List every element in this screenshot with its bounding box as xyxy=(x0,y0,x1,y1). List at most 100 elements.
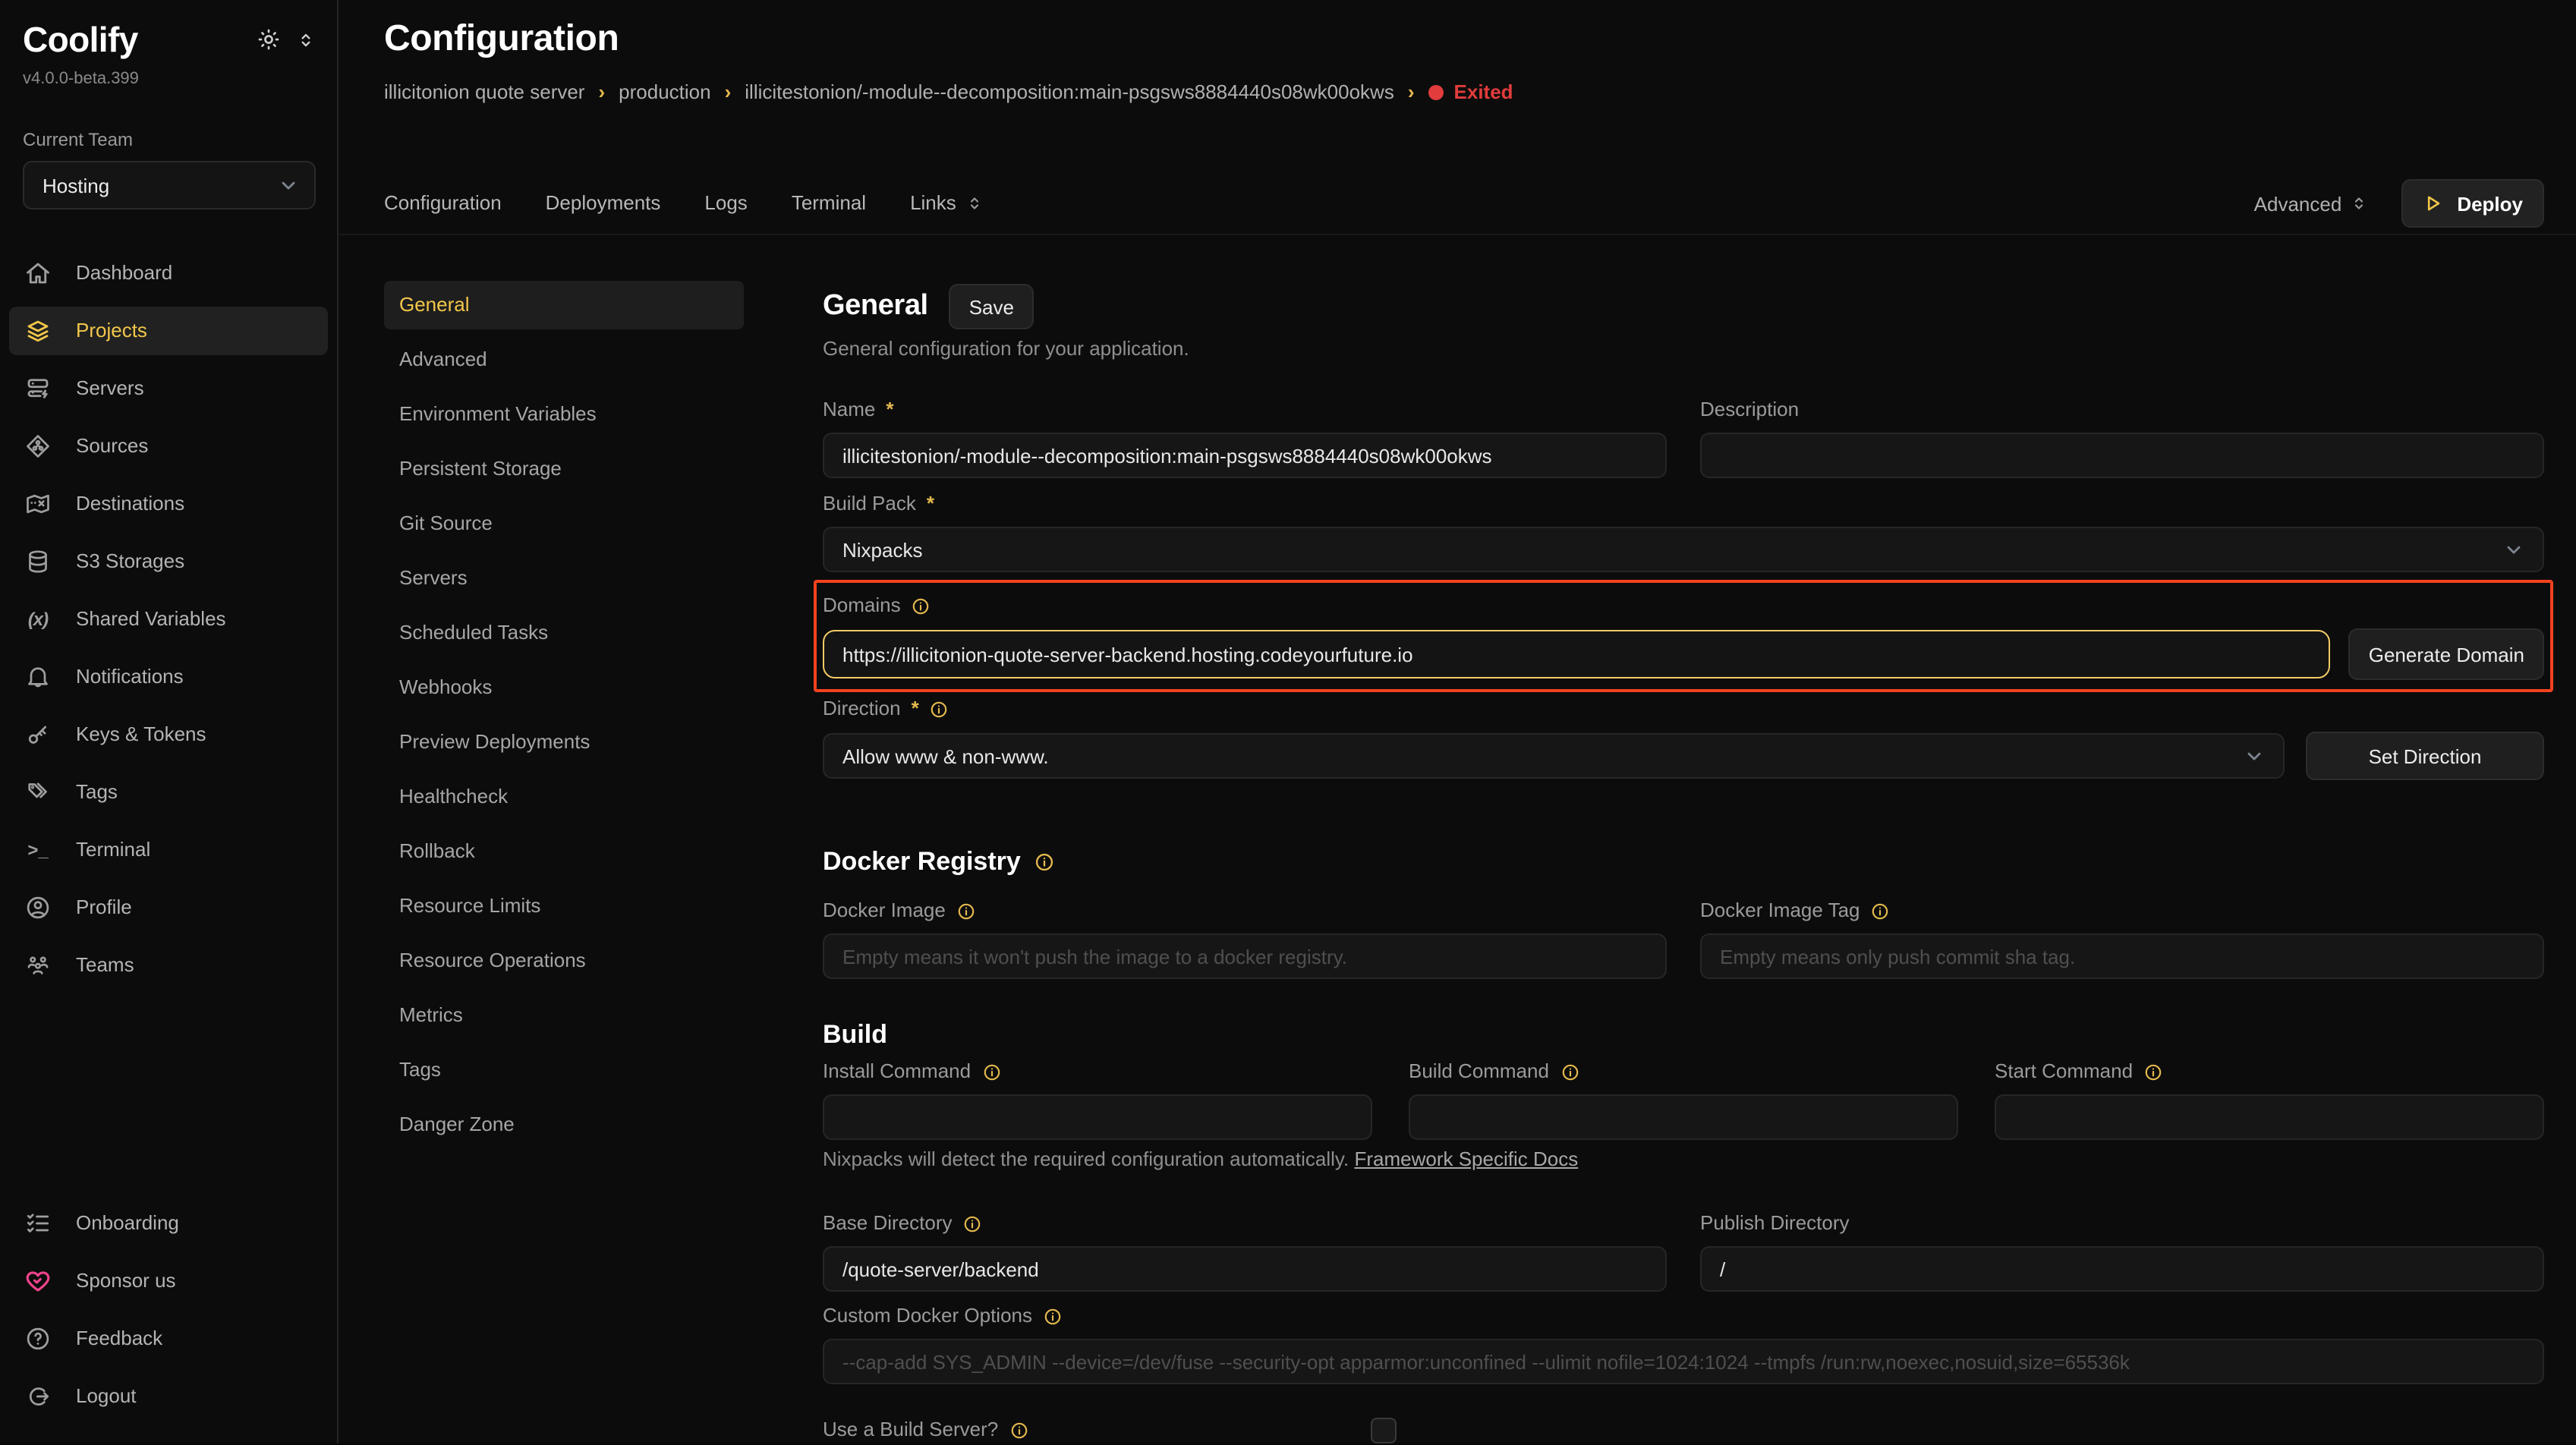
name-input[interactable] xyxy=(823,433,1667,478)
direction-value: Allow www & non-www. xyxy=(842,745,1049,767)
custom-docker-options-input[interactable] xyxy=(823,1339,2544,1384)
publish-directory-label: Publish Directory xyxy=(1700,1210,2544,1237)
section-heading-docker-registry: Docker Registry xyxy=(823,844,2544,880)
config-subnav: General Advanced Environment Variables P… xyxy=(384,281,744,1443)
build-pack-select[interactable]: Nixpacks xyxy=(823,527,2544,572)
framework-docs-link[interactable]: Framework Specific Docs xyxy=(1354,1148,1578,1170)
install-command-input[interactable] xyxy=(823,1094,1372,1140)
sidebar-item-label: Keys & Tokens xyxy=(76,719,206,750)
generate-domain-button[interactable]: Generate Domain xyxy=(2349,628,2544,680)
breadcrumb-environment[interactable]: production xyxy=(619,79,710,106)
tab-deployments[interactable]: Deployments xyxy=(546,190,661,217)
subnav-general[interactable]: General xyxy=(384,281,744,329)
save-button[interactable]: Save xyxy=(949,284,1034,329)
team-select[interactable]: Hosting xyxy=(23,161,316,209)
subnav-environment-variables[interactable]: Environment Variables xyxy=(384,390,744,439)
sidebar-item-label: Sponsor us xyxy=(76,1266,176,1296)
main-area: Configuration illicitonion quote server … xyxy=(339,0,2576,1443)
sidebar-item-notifications[interactable]: Notifications xyxy=(9,653,328,701)
base-directory-input[interactable] xyxy=(823,1246,1667,1292)
subnav-metrics[interactable]: Metrics xyxy=(384,991,744,1040)
sidebar-item-keys-tokens[interactable]: Keys & Tokens xyxy=(9,710,328,759)
docker-image-input[interactable] xyxy=(823,933,1667,979)
sidebar-item-logout[interactable]: Logout xyxy=(9,1372,328,1421)
info-icon xyxy=(1871,901,1891,921)
domains-input[interactable] xyxy=(823,630,2331,678)
terminal-icon: >_ xyxy=(24,836,52,864)
subnav-git-source[interactable]: Git Source xyxy=(384,499,744,548)
use-build-server-checkbox[interactable] xyxy=(1371,1417,1397,1443)
advanced-dropdown[interactable]: Advanced xyxy=(2254,192,2368,215)
breadcrumb-application[interactable]: illicitestonion/-module--decomposition:m… xyxy=(745,79,1394,106)
sidebar-item-feedback[interactable]: Feedback xyxy=(9,1314,328,1363)
sidebar-item-terminal[interactable]: >_ Terminal xyxy=(9,826,328,874)
tab-terminal[interactable]: Terminal xyxy=(792,190,866,217)
logout-icon xyxy=(24,1383,52,1410)
subnav-danger-zone[interactable]: Danger Zone xyxy=(384,1100,744,1149)
coolify-app: Coolify v4.0.0-beta.399 Current Team Hos… xyxy=(0,0,2576,1443)
info-icon xyxy=(930,699,949,719)
deploy-button[interactable]: Deploy xyxy=(2401,179,2544,228)
sidebar-item-profile[interactable]: Profile xyxy=(9,883,328,932)
tab-configuration[interactable]: Configuration xyxy=(384,190,502,217)
subnav-resource-operations[interactable]: Resource Operations xyxy=(384,937,744,985)
subnav-tags[interactable]: Tags xyxy=(384,1046,744,1094)
theme-sun-icon[interactable] xyxy=(257,27,281,52)
sidebar-item-sources[interactable]: Sources xyxy=(9,422,328,471)
required-asterisk: * xyxy=(886,396,893,423)
info-icon xyxy=(956,901,976,921)
chevron-down-icon xyxy=(2244,745,2265,767)
direction-select[interactable]: Allow www & non-www. xyxy=(823,733,2285,779)
docker-image-tag-input[interactable] xyxy=(1700,933,2544,979)
subnav-rollback[interactable]: Rollback xyxy=(384,827,744,876)
sidebar-item-sponsor-us[interactable]: Sponsor us xyxy=(9,1257,328,1305)
info-icon xyxy=(2143,1062,2163,1081)
breadcrumb-project[interactable]: illicitonion quote server xyxy=(384,79,584,106)
subnav-webhooks[interactable]: Webhooks xyxy=(384,663,744,712)
status-badge: Exited xyxy=(1428,79,1513,106)
home-icon xyxy=(24,260,52,287)
tab-links[interactable]: Links xyxy=(910,190,984,217)
sidebar-item-dashboard[interactable]: Dashboard xyxy=(9,249,328,298)
subnav-healthcheck[interactable]: Healthcheck xyxy=(384,773,744,821)
theme-selector-icon[interactable] xyxy=(296,30,316,49)
sidebar-item-label: Tags xyxy=(76,777,118,808)
build-command-input[interactable] xyxy=(1409,1094,1958,1140)
sidebar-item-onboarding[interactable]: Onboarding xyxy=(9,1199,328,1248)
required-asterisk: * xyxy=(927,490,934,518)
subnav-scheduled-tasks[interactable]: Scheduled Tasks xyxy=(384,609,744,657)
sidebar-item-servers[interactable]: Servers xyxy=(9,364,328,413)
sidebar-item-tags[interactable]: Tags xyxy=(9,768,328,817)
sidebar-item-s3-storages[interactable]: S3 Storages xyxy=(9,537,328,586)
variable-icon: (x) xyxy=(24,606,52,633)
sidebar-item-label: Servers xyxy=(76,373,144,404)
subnav-persistent-storage[interactable]: Persistent Storage xyxy=(384,445,744,493)
set-direction-button[interactable]: Set Direction xyxy=(2306,732,2544,780)
sidebar-item-label: Notifications xyxy=(76,662,184,692)
use-build-server-label: Use a Build Server? xyxy=(823,1416,1371,1443)
sidebar-item-destinations[interactable]: Destinations xyxy=(9,480,328,528)
custom-docker-options-label: Custom Docker Options xyxy=(823,1302,2544,1330)
bell-icon xyxy=(24,663,52,691)
subnav-servers[interactable]: Servers xyxy=(384,554,744,603)
subnav-resource-limits[interactable]: Resource Limits xyxy=(384,882,744,930)
direction-label: Direction* xyxy=(823,695,2544,722)
sidebar-item-label: Shared Variables xyxy=(76,604,226,634)
status-dot-icon xyxy=(1428,85,1444,100)
subnav-advanced[interactable]: Advanced xyxy=(384,335,744,384)
tabs-bar: Configuration Deployments Logs Terminal … xyxy=(339,173,2576,235)
sidebar-item-shared-variables[interactable]: (x) Shared Variables xyxy=(9,595,328,644)
description-input[interactable] xyxy=(1700,433,2544,478)
sidebar-item-label: S3 Storages xyxy=(76,546,184,577)
users-icon xyxy=(24,952,52,979)
sidebar-item-projects[interactable]: Projects xyxy=(9,307,328,355)
selector-icon xyxy=(2349,194,2367,212)
deploy-label: Deploy xyxy=(2457,192,2523,215)
docker-image-tag-label: Docker Image Tag xyxy=(1700,897,2544,924)
sidebar-item-teams[interactable]: Teams xyxy=(9,941,328,990)
publish-directory-input[interactable] xyxy=(1700,1246,2544,1292)
subnav-preview-deployments[interactable]: Preview Deployments xyxy=(384,718,744,767)
start-command-input[interactable] xyxy=(1995,1094,2544,1140)
tab-logs[interactable]: Logs xyxy=(704,190,747,217)
heart-icon xyxy=(24,1267,52,1295)
